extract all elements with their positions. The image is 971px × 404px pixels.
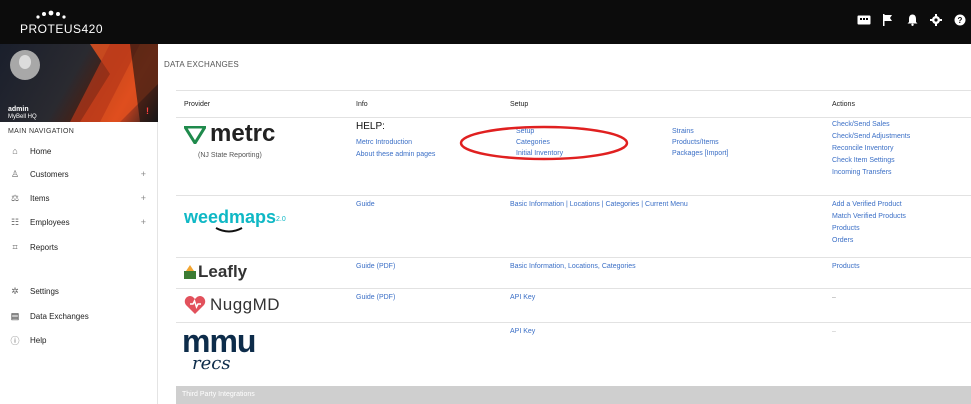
no-actions-text: – <box>832 328 836 335</box>
annotation-ellipse <box>459 125 629 161</box>
sidebar-item-label: Settings <box>30 286 59 296</box>
info-link[interactable]: Guide (PDF) <box>356 263 395 270</box>
table-row: weedmaps 2.0 Guide Basic Information | L… <box>176 195 971 257</box>
user-profile-panel: admin MyBell HQ ! <box>0 44 158 122</box>
sidebar-item-help[interactable]: ⓘ Help <box>0 330 158 350</box>
info-link[interactable]: Metrc Introduction <box>356 139 412 146</box>
gear-icon: ✲ <box>11 285 19 296</box>
column-header-setup: Setup <box>510 101 529 108</box>
sidebar-item-items[interactable]: ⚖ Items + <box>0 188 158 208</box>
provider-version: 2.0 <box>276 216 286 223</box>
setup-links[interactable]: Basic Information, Locations, Categories <box>510 263 636 270</box>
action-link[interactable]: Add a Verified Product <box>832 201 902 208</box>
provider-subtitle: (NJ State Reporting) <box>198 152 262 159</box>
sidebar-item-label: Data Exchanges <box>30 311 89 321</box>
action-link[interactable]: Products <box>832 225 860 232</box>
alert-icon[interactable]: ! <box>146 106 149 116</box>
keyboard-icon[interactable] <box>857 14 871 28</box>
user-name: admin <box>8 106 29 113</box>
help-icon: ⓘ <box>10 335 20 346</box>
sidebar-item-label: Employees <box>30 217 70 227</box>
nav-header: MAIN NAVIGATION <box>8 128 75 135</box>
info-link[interactable]: Guide <box>356 201 375 208</box>
action-link[interactable]: Orders <box>832 237 853 244</box>
app-logo[interactable]: PROTEUS420 <box>20 9 104 37</box>
provider-subtitle: recs <box>192 353 231 374</box>
column-header-actions: Actions <box>832 101 855 108</box>
sidebar-item-employees[interactable]: ☷ Employees + <box>0 212 158 232</box>
metrc-logo-icon <box>184 126 206 144</box>
help-title: HELP: <box>356 121 385 132</box>
column-header-provider: Provider <box>184 101 211 108</box>
info-link[interactable]: About these admin pages <box>356 151 435 158</box>
sidebar: admin MyBell HQ ! MAIN NAVIGATION ⌂ Home… <box>0 44 158 404</box>
employees-icon: ☷ <box>10 216 20 227</box>
action-link[interactable]: Incoming Transfers <box>832 169 892 176</box>
setup-link[interactable]: Strains <box>672 128 694 135</box>
help-icon[interactable]: ? <box>953 14 967 28</box>
sidebar-item-reports[interactable]: ⌗ Reports <box>0 237 158 257</box>
home-icon: ⌂ <box>12 146 18 156</box>
sidebar-item-label: Customers <box>30 169 69 179</box>
table-row: NuggMD Guide (PDF) API Key – <box>176 288 971 322</box>
action-link[interactable]: Check/Send Adjustments <box>832 133 910 140</box>
avatar[interactable] <box>10 50 40 80</box>
customers-icon: ♙ <box>10 168 20 179</box>
action-link[interactable]: Products <box>832 263 860 270</box>
action-link[interactable]: Reconcile Inventory <box>832 145 893 152</box>
action-link[interactable]: Check Item Settings <box>832 157 895 164</box>
logo-dots-icon <box>36 10 66 19</box>
expand-icon[interactable]: + <box>141 169 146 179</box>
provider-name: Leafly <box>198 262 248 281</box>
setup-links[interactable]: API Key <box>510 328 535 335</box>
table-row: mmu recs API Key – <box>176 322 971 387</box>
setup-link[interactable]: Packages [Import] <box>672 150 728 157</box>
setup-links[interactable]: API Key <box>510 294 535 301</box>
provider-name: weedmaps <box>184 207 277 227</box>
main-content: DATA EXCHANGES Provider Info Setup Actio… <box>158 44 971 404</box>
flag-icon[interactable] <box>881 14 895 28</box>
bell-icon[interactable] <box>905 14 919 28</box>
section-header-label: Third Party Integrations <box>182 391 255 398</box>
table-row: Leafly Guide (PDF) Basic Information, Lo… <box>176 257 971 288</box>
sidebar-item-label: Help <box>30 335 47 345</box>
data-exchanges-table: Provider Info Setup Actions metrc (NJ St… <box>176 90 971 404</box>
svg-text:?: ? <box>958 16 963 25</box>
column-header-info: Info <box>356 101 368 108</box>
sidebar-item-data-exchanges[interactable]: ▤ Data Exchanges <box>0 306 158 326</box>
table-row: metrc (NJ State Reporting) HELP: Metrc I… <box>176 117 971 195</box>
weedmaps-smile-icon <box>215 227 243 233</box>
leafly-leaf-icon <box>184 265 196 279</box>
sidebar-item-label: Reports <box>30 242 59 252</box>
action-link[interactable]: Match Verified Products <box>832 213 906 220</box>
sidebar-item-label: Items <box>30 193 50 203</box>
sidebar-item-settings[interactable]: ✲ Settings <box>0 281 158 301</box>
section-header-band: Third Party Integrations <box>176 386 971 404</box>
page-title: DATA EXCHANGES <box>164 60 239 69</box>
setup-link[interactable]: Products/Items <box>672 139 719 146</box>
data-exchanges-icon: ▤ <box>10 310 20 321</box>
logo-text: PROTEUS420 <box>20 22 104 36</box>
expand-icon[interactable]: + <box>141 217 146 227</box>
sidebar-item-home[interactable]: ⌂ Home <box>0 141 158 161</box>
reports-icon: ⌗ <box>12 241 18 252</box>
info-link[interactable]: Guide (PDF) <box>356 294 395 301</box>
items-icon: ⚖ <box>10 192 20 203</box>
provider-name: metrc <box>210 120 276 147</box>
top-bar: PROTEUS420 ? <box>0 0 971 44</box>
sidebar-item-label: Home <box>30 146 52 156</box>
action-link[interactable]: Check/Send Sales <box>832 121 890 128</box>
expand-icon[interactable]: + <box>141 193 146 203</box>
user-location: MyBell HQ <box>8 114 37 120</box>
provider-name: NuggMD <box>210 295 281 314</box>
sidebar-item-customers[interactable]: ♙ Customers + <box>0 164 158 184</box>
gear-icon[interactable] <box>929 14 943 28</box>
nuggmd-heart-icon <box>184 296 206 314</box>
setup-links[interactable]: Basic Information | Locations | Categori… <box>510 201 688 208</box>
no-actions-text: – <box>832 294 836 301</box>
